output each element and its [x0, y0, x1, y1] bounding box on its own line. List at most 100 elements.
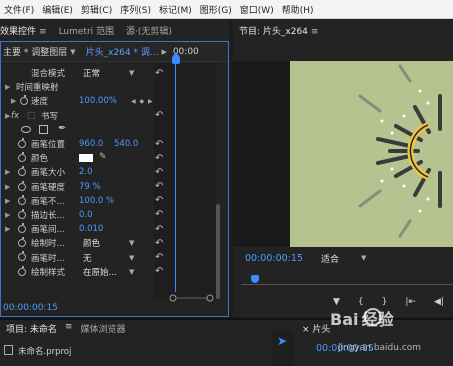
expand-arrow-icon[interactable]: ▶: [5, 168, 10, 176]
menu-sequence[interactable]: 序列(S): [116, 3, 155, 16]
menu-file[interactable]: 文件(F): [0, 3, 38, 16]
expand-arrow-icon[interactable]: ▶: [11, 97, 16, 105]
chevron-down-icon[interactable]: ▼: [70, 48, 75, 56]
selection-tool-icon[interactable]: ➤: [277, 334, 287, 348]
playhead-line[interactable]: [175, 62, 176, 292]
reset-icon[interactable]: ↶: [155, 195, 163, 206]
scrollbar-thumb[interactable]: [216, 204, 220, 299]
brush-position-x[interactable]: 960.0: [79, 139, 103, 149]
menu-help[interactable]: 帮助(H): [278, 3, 318, 16]
stopwatch-icon[interactable]: [18, 152, 26, 163]
row-stroke-length: ▶ 描边长... 0.0 ↶: [1, 208, 163, 222]
stopwatch-icon[interactable]: [18, 194, 26, 205]
reset-icon[interactable]: ↶: [155, 181, 163, 192]
pen-tool-icon[interactable]: ✒: [58, 123, 66, 134]
program-time-ruler[interactable]: [241, 273, 453, 287]
menu-graphics[interactable]: 图形(G): [196, 3, 236, 16]
stopwatch-icon[interactable]: [18, 223, 26, 234]
paint-time-select[interactable]: 颜色: [83, 237, 100, 249]
hamburger-menu-icon[interactable]: ≡: [63, 322, 75, 335]
blend-mode-select[interactable]: 正常: [83, 67, 100, 79]
master-clip-label[interactable]: 主要 * 调整图层: [1, 45, 67, 58]
playhead-marker[interactable]: [251, 275, 259, 283]
stopwatch-icon[interactable]: [18, 137, 26, 148]
brush-spacing-value[interactable]: 0.010: [79, 224, 103, 234]
step-back-icon[interactable]: ◀|: [434, 297, 444, 307]
expand-arrow-icon[interactable]: ▶: [5, 183, 10, 191]
mask-icon[interactable]: ⬚: [27, 111, 35, 121]
close-icon[interactable]: ×: [302, 325, 310, 335]
go-to-in-icon[interactable]: |⇤: [405, 297, 416, 307]
footer-timecode[interactable]: 00:00:00:15: [1, 303, 58, 313]
chevron-down-icon[interactable]: ▼: [361, 254, 366, 262]
program-timecode[interactable]: 00:00:00:15: [245, 253, 303, 264]
stopwatch-icon[interactable]: [18, 208, 26, 219]
expand-arrow-icon[interactable]: ▶: [5, 197, 10, 205]
stopwatch-icon[interactable]: [20, 95, 28, 106]
color-label: 颜色: [31, 154, 49, 165]
reset-icon[interactable]: ↶: [155, 224, 163, 235]
menu-clip[interactable]: 剪辑(C): [77, 3, 116, 16]
stopwatch-icon[interactable]: [18, 166, 26, 177]
chevron-down-icon[interactable]: ▼: [129, 254, 134, 262]
reset-icon[interactable]: ↶: [155, 153, 163, 164]
timeline-tab[interactable]: × 片头: [302, 322, 330, 335]
row-paint-style: 绘制样式 在原始... ▼ ↶: [1, 265, 163, 279]
brush-time-select[interactable]: 无: [83, 252, 92, 264]
ellipse-tool-icon[interactable]: [21, 125, 31, 133]
tab-source[interactable]: 源·(无剪辑): [120, 24, 178, 37]
menu-window[interactable]: 窗口(W): [236, 3, 278, 16]
brush-size-value[interactable]: 2.0: [79, 167, 93, 177]
chevron-down-icon[interactable]: ▼: [129, 239, 134, 247]
tab-project[interactable]: 项目: 未命名: [0, 322, 63, 335]
stopwatch-icon[interactable]: [18, 265, 26, 276]
blend-mode-label: 混合模式: [31, 69, 66, 80]
video-frame[interactable]: [290, 61, 453, 247]
row-time-remap: ▶ 时间重映射: [1, 80, 154, 94]
keyframe-nav-icon[interactable]: ◀ ◆ ▶: [131, 98, 154, 105]
reset-icon[interactable]: ↶: [155, 266, 163, 277]
reset-icon[interactable]: ↶: [155, 110, 163, 121]
brush-position-y[interactable]: 540.0: [114, 139, 138, 149]
tab-lumetri-scopes[interactable]: Lumetri 范围: [53, 24, 120, 37]
expand-arrow-icon[interactable]: ▶: [5, 211, 10, 219]
expand-arrow-icon[interactable]: ▶: [5, 83, 10, 91]
reset-icon[interactable]: ↶: [155, 209, 163, 220]
menu-markers[interactable]: 标记(M): [155, 3, 196, 16]
hamburger-menu-icon[interactable]: ≡: [311, 27, 319, 37]
expand-arrow-icon[interactable]: ▶: [5, 225, 10, 233]
rectangle-tool-icon[interactable]: [39, 124, 48, 134]
reset-icon[interactable]: ↶: [155, 252, 163, 263]
tab-program-monitor[interactable]: 节目: 片头_x264 ≡: [233, 24, 324, 37]
reset-icon[interactable]: ↶: [155, 139, 163, 150]
brush-hardness-value[interactable]: 79 %: [79, 182, 101, 192]
project-file-name[interactable]: 未命名.prproj: [18, 345, 71, 357]
stopwatch-icon[interactable]: [18, 237, 26, 248]
tab-effect-controls[interactable]: 效果控件 ≡: [0, 24, 53, 37]
reset-icon[interactable]: ↶: [155, 238, 163, 249]
menu-edit[interactable]: 编辑(E): [38, 3, 77, 16]
expand-arrow-icon[interactable]: ▶: [5, 112, 10, 120]
speed-value[interactable]: 100.00%: [79, 96, 117, 106]
stopwatch-icon[interactable]: [18, 251, 26, 262]
chevron-down-icon[interactable]: ▼: [129, 69, 134, 77]
program-monitor-viewport[interactable]: [233, 61, 453, 247]
clip-label[interactable]: 片头_x264 * 调...: [86, 45, 159, 58]
fx-icon[interactable]: fx: [11, 111, 19, 121]
stopwatch-icon[interactable]: [18, 180, 26, 191]
paint-style-select[interactable]: 在原始...: [83, 266, 117, 278]
row-blend-mode: 混合模式 正常 ▼ ↶: [1, 66, 163, 80]
reset-icon[interactable]: ↶: [155, 167, 163, 178]
brush-opacity-value[interactable]: 100.0 %: [79, 196, 114, 206]
color-swatch[interactable]: [79, 154, 93, 163]
playhead-marker[interactable]: [172, 54, 180, 64]
stroke-length-value[interactable]: 0.0: [79, 210, 93, 220]
chevron-down-icon[interactable]: ▼: [129, 268, 134, 276]
effect-controls-scrollbar[interactable]: [215, 64, 221, 304]
eyedropper-icon[interactable]: ✎: [99, 152, 107, 162]
play-only-icon[interactable]: ▶: [161, 48, 166, 56]
reset-icon[interactable]: ↶: [155, 68, 163, 79]
hamburger-menu-icon[interactable]: ≡: [39, 27, 47, 37]
tab-media-browser[interactable]: 媒体浏览器: [74, 322, 131, 335]
fit-zoom-select[interactable]: 适合: [321, 252, 339, 265]
